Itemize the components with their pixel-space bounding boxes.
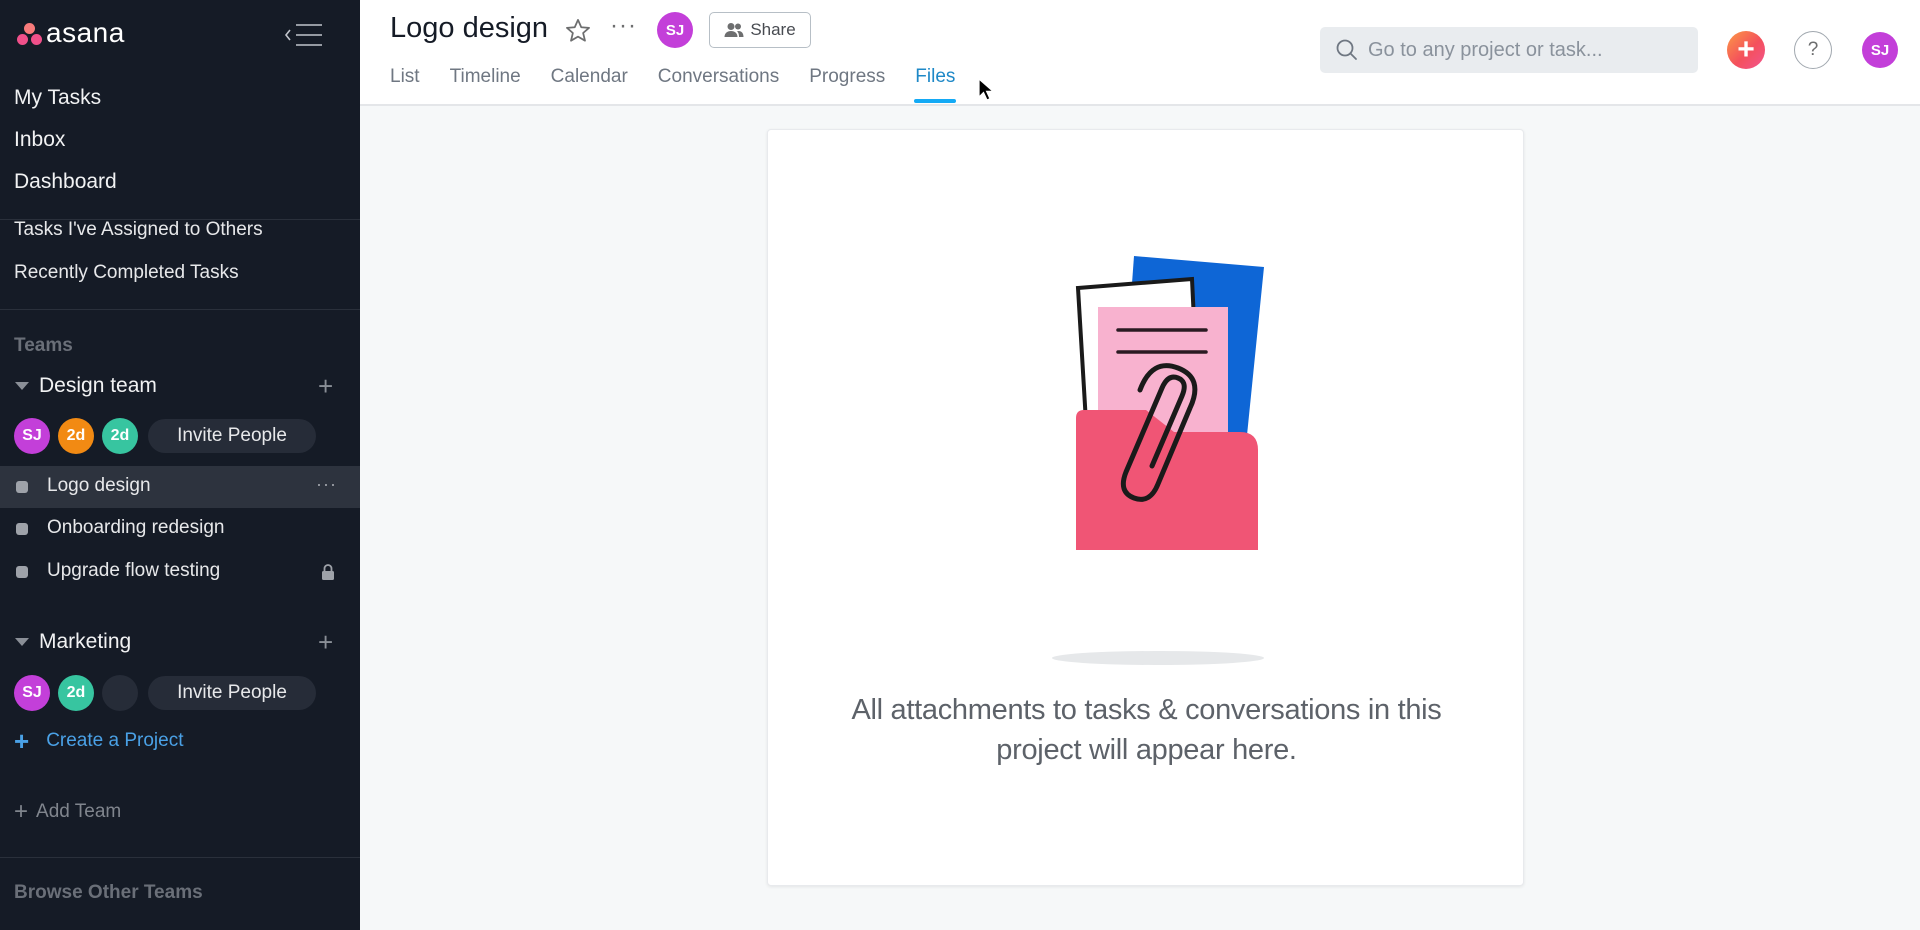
team-members-design-team: SJ 2d 2d Invite People bbox=[14, 418, 316, 454]
project-color-dot bbox=[16, 523, 28, 535]
sidebar-item-recently-completed[interactable]: Recently Completed Tasks bbox=[14, 262, 239, 284]
avatar-placeholder[interactable] bbox=[102, 675, 138, 711]
tab-list[interactable]: List bbox=[390, 66, 420, 104]
project-item-logo-design[interactable]: Logo design ··· bbox=[0, 466, 360, 508]
avatar[interactable]: 2d bbox=[58, 675, 94, 711]
project-color-dot bbox=[16, 566, 28, 578]
share-label: Share bbox=[750, 20, 796, 39]
quick-add-button[interactable]: + bbox=[1727, 31, 1765, 69]
invite-people-button[interactable]: Invite People bbox=[148, 676, 316, 710]
tab-conversations[interactable]: Conversations bbox=[658, 66, 779, 104]
illustration-shadow bbox=[1052, 651, 1264, 665]
files-view: All attachments to tasks & conversations… bbox=[360, 108, 1920, 930]
team-header-marketing: Marketing + bbox=[0, 626, 360, 658]
project-tabs: List Timeline Calendar Conversations Pro… bbox=[390, 66, 985, 104]
user-avatar[interactable]: SJ bbox=[1862, 32, 1898, 68]
empty-state-card: All attachments to tasks & conversations… bbox=[767, 129, 1524, 886]
page-title[interactable]: Logo design bbox=[390, 12, 548, 45]
teams-section-label: Teams bbox=[14, 335, 73, 356]
invite-people-button[interactable]: Invite People bbox=[148, 419, 316, 453]
search-bar[interactable] bbox=[1320, 27, 1698, 73]
asana-logo-icon bbox=[16, 21, 44, 45]
search-input[interactable] bbox=[1368, 38, 1688, 62]
project-header: Logo design ··· SJ Share List Timeline C… bbox=[360, 0, 1920, 106]
empty-state-message: All attachments to tasks & conversations… bbox=[851, 694, 1442, 766]
plus-icon: + bbox=[14, 726, 30, 756]
project-name: Logo design bbox=[47, 475, 151, 496]
collapse-sidebar-button[interactable] bbox=[282, 20, 326, 50]
search-icon bbox=[1336, 39, 1357, 60]
sidebar-item-my-tasks[interactable]: My Tasks bbox=[14, 86, 101, 110]
add-project-plus-icon[interactable]: + bbox=[318, 373, 333, 399]
folder-with-attachments-illustration bbox=[1075, 256, 1264, 550]
avatar[interactable]: 2d bbox=[102, 418, 138, 454]
sidebar-divider bbox=[0, 309, 360, 310]
caret-down-icon[interactable] bbox=[15, 382, 29, 390]
project-name: Onboarding redesign bbox=[47, 517, 225, 538]
project-name: Upgrade flow testing bbox=[47, 560, 221, 581]
sidebar-item-dashboard[interactable]: Dashboard bbox=[14, 170, 117, 194]
star-icon[interactable] bbox=[564, 17, 592, 45]
more-options-icon[interactable]: ··· bbox=[610, 12, 637, 40]
project-color-dot bbox=[16, 481, 28, 493]
people-icon bbox=[724, 23, 744, 37]
brand-name: asana bbox=[46, 17, 125, 48]
sidebar-divider bbox=[0, 857, 360, 858]
avatar[interactable]: SJ bbox=[14, 675, 50, 711]
avatar[interactable]: SJ bbox=[14, 418, 50, 454]
share-button[interactable]: Share bbox=[709, 12, 811, 48]
create-project-link[interactable]: + Create a Project bbox=[14, 726, 184, 756]
asana-logo[interactable]: asana bbox=[16, 18, 125, 48]
help-button[interactable]: ? bbox=[1794, 31, 1832, 69]
project-item-upgrade-flow-testing[interactable]: Upgrade flow testing bbox=[0, 551, 360, 593]
team-members-marketing: SJ 2d Invite People bbox=[14, 675, 316, 711]
team-header-design-team: Design team + bbox=[0, 370, 360, 402]
collapse-sidebar-icon bbox=[284, 24, 322, 46]
sidebar: asana My Tasks Inbox Dashboard Tasks I'v… bbox=[0, 0, 360, 930]
add-team-label: Add Team bbox=[36, 801, 122, 822]
add-team-link[interactable]: + Add Team bbox=[14, 798, 122, 825]
project-owner-avatar[interactable]: SJ bbox=[657, 12, 693, 48]
plus-icon: + bbox=[14, 798, 29, 825]
sidebar-item-tasks-assigned-to-others[interactable]: Tasks I've Assigned to Others bbox=[14, 219, 263, 241]
team-name[interactable]: Design team bbox=[39, 374, 157, 398]
team-name[interactable]: Marketing bbox=[39, 630, 131, 654]
lock-icon bbox=[322, 564, 334, 580]
tab-calendar[interactable]: Calendar bbox=[551, 66, 628, 104]
tab-timeline[interactable]: Timeline bbox=[450, 66, 521, 104]
project-item-onboarding-redesign[interactable]: Onboarding redesign bbox=[0, 508, 360, 550]
add-project-plus-icon[interactable]: + bbox=[318, 629, 333, 655]
tab-progress[interactable]: Progress bbox=[809, 66, 885, 104]
browse-other-teams-link[interactable]: Browse Other Teams bbox=[14, 882, 203, 904]
sidebar-item-inbox[interactable]: Inbox bbox=[14, 128, 65, 152]
more-options-icon[interactable]: ··· bbox=[316, 474, 337, 495]
create-project-label: Create a Project bbox=[46, 730, 184, 751]
avatar[interactable]: 2d bbox=[58, 418, 94, 454]
tab-files[interactable]: Files bbox=[914, 66, 957, 104]
caret-down-icon[interactable] bbox=[15, 638, 29, 646]
